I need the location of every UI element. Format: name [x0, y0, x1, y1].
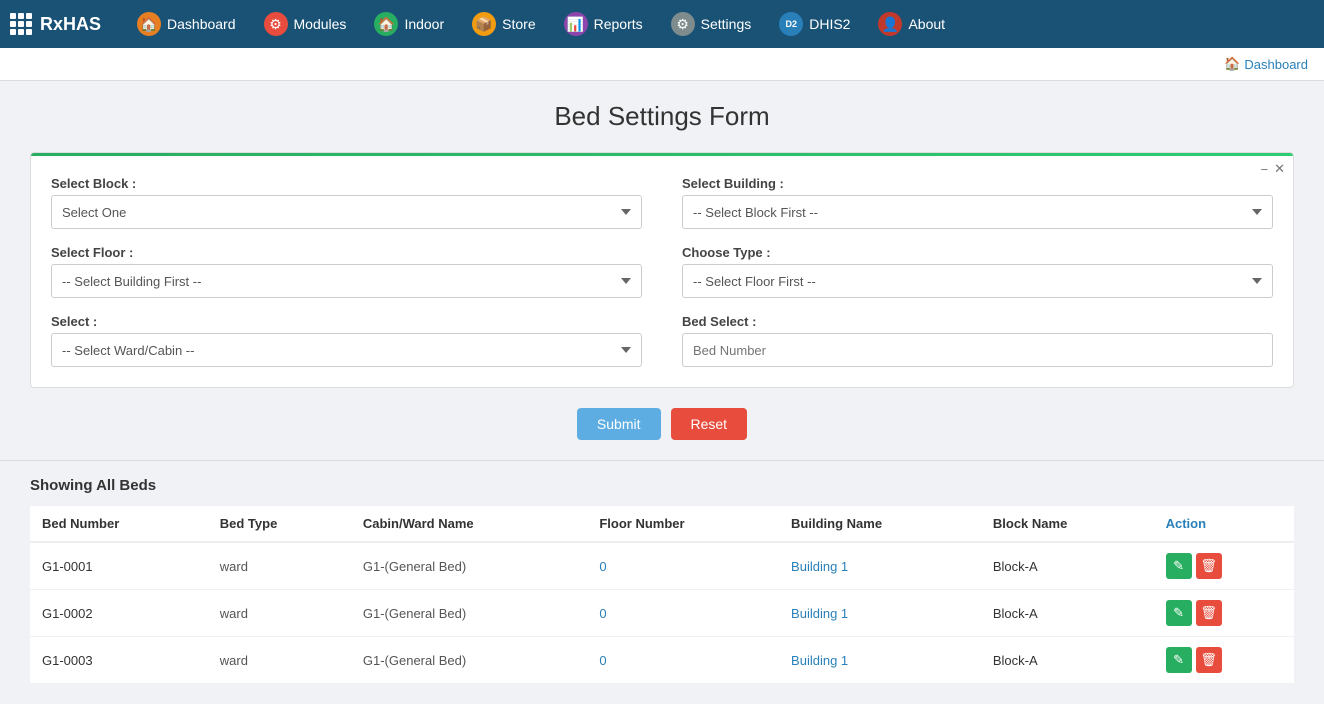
grid-icon: [10, 13, 32, 35]
page-title: Bed Settings Form: [30, 101, 1294, 132]
select-ward-dropdown[interactable]: -- Select Ward/Cabin --: [51, 333, 642, 367]
choose-type-label: Choose Type :: [682, 245, 1273, 260]
showing-all-beds-label: Showing All Beds: [30, 477, 1294, 494]
select-floor-dropdown[interactable]: -- Select Building First --: [51, 264, 642, 298]
col-header-action: Action: [1154, 506, 1294, 542]
nav-item-store[interactable]: 📦 Store: [460, 6, 547, 42]
cell-action: ✎ 🗑: [1154, 590, 1294, 637]
cell-action: ✎ 🗑: [1154, 637, 1294, 684]
edit-button[interactable]: ✎: [1166, 647, 1192, 673]
cell-building-name: Building 1: [779, 590, 981, 637]
col-header-bed-number: Bed Number: [30, 506, 208, 542]
nav-item-dashboard[interactable]: 🏠 Dashboard: [125, 6, 248, 42]
bed-number-input[interactable]: [682, 333, 1273, 367]
form-card-controls: − ✕: [1261, 161, 1286, 177]
table-row: G1-0003 ward G1-(General Bed) 0 Building…: [30, 637, 1294, 684]
table-section: Showing All Beds Bed Number Bed Type Cab…: [30, 477, 1294, 684]
cell-cabin-name: G1-(General Bed): [351, 590, 587, 637]
navbar: RxHAS 🏠 Dashboard ⚙ Modules 🏠 Indoor 📦 S…: [0, 0, 1324, 48]
nav-item-modules[interactable]: ⚙ Modules: [252, 6, 359, 42]
cell-action: ✎ 🗑: [1154, 542, 1294, 590]
nav-item-dhis2[interactable]: D2 DHIS2: [767, 6, 862, 42]
form-card: − ✕ Select Block : Select One Select Bui…: [30, 152, 1294, 388]
cell-bed-number: G1-0001: [30, 542, 208, 590]
submit-button[interactable]: Submit: [577, 408, 661, 440]
select-building-dropdown[interactable]: -- Select Block First --: [682, 195, 1273, 229]
cell-building-name: Building 1: [779, 637, 981, 684]
form-group-select-ward: Select : -- Select Ward/Cabin --: [51, 314, 642, 367]
cell-block-name: Block-A: [981, 637, 1154, 684]
cell-bed-number: G1-0002: [30, 590, 208, 637]
breadcrumb-dashboard-link[interactable]: 🏠 Dashboard: [1224, 56, 1308, 72]
table-row: G1-0001 ward G1-(General Bed) 0 Building…: [30, 542, 1294, 590]
delete-button[interactable]: 🗑: [1196, 647, 1222, 673]
edit-button[interactable]: ✎: [1166, 553, 1192, 579]
col-header-building-name: Building Name: [779, 506, 981, 542]
divider: [0, 460, 1324, 461]
select-floor-label: Select Floor :: [51, 245, 642, 260]
cell-block-name: Block-A: [981, 542, 1154, 590]
form-card-top-border: [31, 153, 1293, 156]
cell-cabin-name: G1-(General Bed): [351, 542, 587, 590]
dhis2-icon: D2: [779, 12, 803, 36]
cell-bed-type: ward: [208, 590, 351, 637]
cell-bed-number: G1-0003: [30, 637, 208, 684]
form-group-select-building: Select Building : -- Select Block First …: [682, 176, 1273, 229]
form-group-bed-select: Bed Select :: [682, 314, 1273, 367]
cell-bed-type: ward: [208, 637, 351, 684]
form-grid: Select Block : Select One Select Buildin…: [51, 176, 1273, 367]
cell-cabin-name: G1-(General Bed): [351, 637, 587, 684]
form-group-select-floor: Select Floor : -- Select Building First …: [51, 245, 642, 298]
cell-floor-number: 0: [587, 542, 779, 590]
form-group-select-block: Select Block : Select One: [51, 176, 642, 229]
col-header-bed-type: Bed Type: [208, 506, 351, 542]
settings-icon: ⚙: [671, 12, 695, 36]
nav-item-reports[interactable]: 📊 Reports: [552, 6, 655, 42]
nav-item-indoor[interactable]: 🏠 Indoor: [362, 6, 456, 42]
reset-button[interactable]: Reset: [671, 408, 748, 440]
choose-type-dropdown[interactable]: -- Select Floor First --: [682, 264, 1273, 298]
table-row: G1-0002 ward G1-(General Bed) 0 Building…: [30, 590, 1294, 637]
select-block-label: Select Block :: [51, 176, 642, 191]
table-header-row: Bed Number Bed Type Cabin/Ward Name Floo…: [30, 506, 1294, 542]
cell-block-name: Block-A: [981, 590, 1154, 637]
reports-icon: 📊: [564, 12, 588, 36]
cell-bed-type: ward: [208, 542, 351, 590]
breadcrumb-home-icon: 🏠: [1224, 56, 1240, 72]
select-building-label: Select Building :: [682, 176, 1273, 191]
brand[interactable]: RxHAS: [10, 13, 101, 35]
close-button[interactable]: ✕: [1274, 161, 1285, 177]
brand-name: RxHAS: [40, 14, 101, 35]
col-header-cabin-ward: Cabin/Ward Name: [351, 506, 587, 542]
form-group-choose-type: Choose Type : -- Select Floor First --: [682, 245, 1273, 298]
action-row: Submit Reset: [30, 408, 1294, 440]
nav-item-settings[interactable]: ⚙ Settings: [659, 6, 764, 42]
indoor-icon: 🏠: [374, 12, 398, 36]
delete-button[interactable]: 🗑: [1196, 600, 1222, 626]
breadcrumb-label: Dashboard: [1244, 57, 1308, 72]
about-icon: 👤: [878, 12, 902, 36]
breadcrumb: 🏠 Dashboard: [0, 48, 1324, 81]
cell-building-name: Building 1: [779, 542, 981, 590]
col-header-block-name: Block Name: [981, 506, 1154, 542]
select-label: Select :: [51, 314, 642, 329]
col-header-floor-number: Floor Number: [587, 506, 779, 542]
select-block-dropdown[interactable]: Select One: [51, 195, 642, 229]
main-content: Bed Settings Form − ✕ Select Block : Sel…: [0, 81, 1324, 704]
bed-select-label: Bed Select :: [682, 314, 1273, 329]
dashboard-icon: 🏠: [137, 12, 161, 36]
beds-table: Bed Number Bed Type Cabin/Ward Name Floo…: [30, 506, 1294, 684]
modules-icon: ⚙: [264, 12, 288, 36]
edit-button[interactable]: ✎: [1166, 600, 1192, 626]
cell-floor-number: 0: [587, 590, 779, 637]
minimize-button[interactable]: −: [1261, 162, 1269, 177]
store-icon: 📦: [472, 12, 496, 36]
nav-item-about[interactable]: 👤 About: [866, 6, 957, 42]
cell-floor-number: 0: [587, 637, 779, 684]
delete-button[interactable]: 🗑: [1196, 553, 1222, 579]
